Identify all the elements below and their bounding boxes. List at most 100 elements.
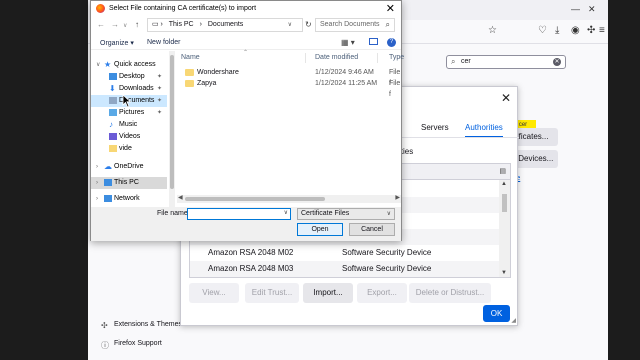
download-icon[interactable]: ⤓: [555, 25, 559, 36]
view-options-icon[interactable]: ▦ ▾: [341, 38, 355, 47]
file-name-label: File name:: [157, 210, 190, 217]
file-type-select[interactable]: Certificate Files ∨: [297, 208, 395, 220]
preview-pane-icon[interactable]: [369, 38, 378, 45]
pocket-icon[interactable]: ♡: [538, 25, 547, 36]
file-type-value: Certificate Files: [301, 210, 350, 217]
tree-item-videos[interactable]: Videos: [91, 131, 167, 143]
tree-item-music[interactable]: ♪ Music: [91, 119, 167, 131]
tree-label: Desktop: [119, 73, 145, 80]
tab-servers[interactable]: Servers: [421, 123, 449, 132]
list-item[interactable]: Zapya 1/12/2024 11:25 AM File f: [177, 78, 400, 98]
download-icon: ⬇: [109, 84, 116, 93]
tree-item-this-pc[interactable]: › This PC: [91, 177, 167, 189]
scroll-down-icon[interactable]: ▼: [501, 270, 507, 276]
tree-label: Network: [114, 195, 140, 202]
chevron-down-icon[interactable]: ∨: [284, 209, 288, 216]
tree-item-pictures[interactable]: Pictures ✦: [91, 107, 167, 119]
resize-grip-icon[interactable]: ◢: [511, 317, 516, 324]
path-dropdown-icon[interactable]: ∨: [288, 19, 292, 31]
computer-icon: ▭ ›: [152, 21, 163, 28]
column-picker-icon[interactable]: ▤: [499, 167, 506, 175]
file-open-dialog: Select File containing CA certificate(s)…: [90, 0, 404, 241]
tree-item-vide[interactable]: vide: [91, 143, 167, 155]
close-window-icon[interactable]: ✕: [588, 4, 596, 15]
clear-search-icon[interactable]: ✕: [553, 58, 561, 66]
close-icon[interactable]: ✕: [501, 91, 511, 105]
help-icon: ⓘ: [101, 341, 109, 350]
view-button[interactable]: View...: [189, 283, 239, 303]
tree-scrollbar[interactable]: [169, 51, 175, 207]
forward-icon[interactable]: →: [111, 20, 119, 29]
scroll-right-icon[interactable]: ▶: [395, 194, 400, 201]
search-icon: ⌕: [451, 57, 456, 66]
ok-button[interactable]: OK: [483, 305, 510, 322]
scroll-thumb[interactable]: [185, 197, 325, 201]
help-icon[interactable]: ?: [387, 38, 396, 47]
list-item[interactable]: Wondershare 1/12/2024 9:46 AM File f: [177, 67, 400, 87]
delete-distrust-button[interactable]: Delete or Distrust...: [409, 283, 491, 303]
tree-label: vide: [119, 145, 132, 152]
tree-label: Music: [119, 121, 138, 128]
search-input[interactable]: Search Documents ⌕: [315, 18, 395, 32]
file-name: Zapya: [197, 80, 217, 87]
breadcrumb-this-pc[interactable]: This PC: [169, 21, 194, 28]
settings-search-value: cer: [461, 58, 471, 65]
tree-item-desktop[interactable]: Desktop ✦: [91, 71, 167, 83]
chevron-down-icon[interactable]: ∨: [96, 59, 100, 71]
file-name-input[interactable]: ∨: [187, 208, 291, 220]
pin-icon[interactable]: ✦: [157, 107, 162, 119]
back-icon[interactable]: ←: [97, 20, 105, 29]
up-icon[interactable]: ↑: [135, 20, 139, 29]
table-row[interactable]: Amazon RSA 2048 M02 Software Security De…: [190, 245, 500, 261]
menu-icon[interactable]: ≡: [599, 25, 605, 36]
address-bar[interactable]: ▭ › This PC › Documents ∨: [147, 18, 303, 32]
chevron-right-icon[interactable]: ›: [96, 193, 98, 205]
sidebar-link-support[interactable]: ⓘ Firefox Support: [101, 340, 162, 350]
scroll-up-icon[interactable]: ▲: [501, 181, 507, 187]
pin-icon[interactable]: ✦: [157, 83, 162, 95]
chevron-right-icon[interactable]: ›: [96, 161, 98, 173]
column-header-name[interactable]: Name: [181, 54, 200, 61]
refresh-icon[interactable]: ↻: [305, 20, 312, 29]
breadcrumb-separator: ›: [199, 21, 202, 28]
column-header-type[interactable]: Type: [389, 54, 404, 61]
tree-item-quick-access[interactable]: ∨ ★ Quick access: [91, 59, 167, 71]
export-button[interactable]: Export...: [357, 283, 407, 303]
open-button[interactable]: Open: [297, 223, 343, 236]
tab-authorities[interactable]: Authorities: [465, 123, 503, 138]
close-icon[interactable]: ✕: [386, 2, 395, 15]
bookmark-star-icon[interactable]: ☆: [488, 25, 497, 36]
account-icon[interactable]: ◉: [571, 25, 580, 36]
star-icon: ★: [104, 60, 112, 69]
table-row[interactable]: Amazon RSA 2048 M03 Software Security De…: [190, 261, 500, 277]
horizontal-scrollbar[interactable]: ◀ ▶: [177, 195, 401, 203]
column-header-date[interactable]: Date modified: [315, 54, 358, 61]
sidebar-link-label: Extensions & Themes: [114, 321, 182, 328]
settings-search-input[interactable]: ⌕ cer ✕: [446, 55, 566, 69]
recent-dropdown-icon[interactable]: ∨: [123, 22, 127, 29]
pin-icon[interactable]: ✦: [157, 71, 162, 83]
pin-icon[interactable]: ✦: [157, 95, 162, 107]
organize-button[interactable]: Organize ▾: [100, 39, 134, 47]
scroll-left-icon[interactable]: ◀: [178, 194, 183, 201]
scroll-thumb[interactable]: [170, 55, 174, 189]
tree-item-onedrive[interactable]: › ☁ OneDrive: [91, 161, 167, 173]
breadcrumb-documents[interactable]: Documents: [208, 21, 243, 28]
import-button[interactable]: Import...: [303, 283, 353, 303]
sidebar-link-extensions[interactable]: ✣ Extensions & Themes: [101, 321, 182, 330]
file-list: ⌃ Name Date modified Type Wondershare 1/…: [177, 50, 404, 207]
chevron-right-icon[interactable]: ›: [96, 177, 98, 189]
tree-item-network[interactable]: › Network: [91, 193, 167, 205]
minimize-icon[interactable]: —: [571, 4, 580, 14]
cancel-button[interactable]: Cancel: [349, 223, 395, 236]
column-divider[interactable]: [377, 53, 378, 63]
tree-label: Quick access: [114, 61, 156, 68]
edit-trust-button[interactable]: Edit Trust...: [245, 283, 299, 303]
extensions-icon[interactable]: ✣: [587, 25, 595, 36]
scroll-thumb[interactable]: [502, 194, 507, 212]
cert-device: Software Security Device: [342, 264, 432, 273]
file-name: Wondershare: [197, 69, 239, 76]
table-scrollbar[interactable]: ▲ ▼: [499, 180, 510, 277]
new-folder-button[interactable]: New folder: [147, 39, 180, 46]
column-divider[interactable]: [305, 53, 306, 63]
